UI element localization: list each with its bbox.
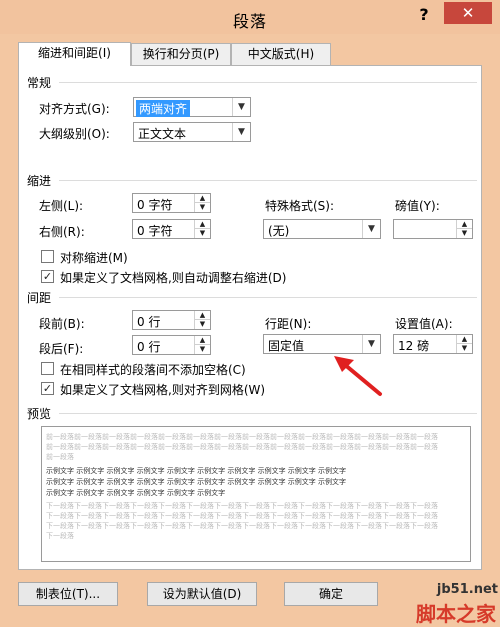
preview-previous-paragraph: 前一段落前一段落前一段落前一段落前一段落前一段落前一段落前一段落前一段落前一段落…	[46, 433, 438, 441]
preview-next-paragraph: 下一段落	[46, 532, 74, 540]
stepper-down-icon[interactable]: ▼	[195, 320, 210, 329]
outline-level-value: 正文文本	[138, 127, 187, 141]
indent-left-stepper[interactable]: 0 字符 ▲ ▼	[132, 193, 211, 213]
preview-next-paragraph: 下一段落下一段落下一段落下一段落下一段落下一段落下一段落下一段落下一段落下一段落…	[46, 522, 438, 530]
spacing-before-value: 0 行	[137, 315, 161, 329]
preview-previous-paragraph: 前一段落前一段落前一段落前一段落前一段落前一段落前一段落前一段落前一段落前一段落…	[46, 443, 438, 451]
stepper-down-icon[interactable]: ▼	[195, 203, 210, 212]
stepper-buttons: ▲ ▼	[194, 336, 210, 354]
stepper-up-icon[interactable]: ▲	[195, 311, 210, 320]
tab-panel: 常规 对齐方式(G): 两端对齐 ▼ 大纲级别(O): 正文文本 ▼ 缩进 左侧…	[18, 65, 482, 570]
tab-asian-typography[interactable]: 中文版式(H)	[231, 43, 331, 65]
preview-sample-text: 示例文字 示例文字 示例文字 示例文字 示例文字 示例文字	[46, 489, 226, 497]
alignment-value: 两端对齐	[136, 100, 191, 117]
mirror-indents-label: 对称缩进(M)	[60, 251, 128, 265]
alignment-label: 对齐方式(G):	[39, 102, 110, 116]
indent-right-stepper[interactable]: 0 字符 ▲ ▼	[132, 219, 211, 239]
watermark-name: 脚本之家	[416, 602, 496, 626]
line-spacing-value: 固定值	[268, 339, 305, 353]
stepper-up-icon[interactable]: ▲	[457, 220, 472, 229]
chevron-down-icon[interactable]: ▼	[362, 220, 380, 238]
snap-to-grid-label: 如果定义了文档网格,则对齐到网格(W)	[60, 383, 266, 397]
chevron-down-icon[interactable]: ▼	[232, 98, 250, 116]
divider	[59, 413, 477, 414]
spacing-before-stepper[interactable]: 0 行 ▲ ▼	[132, 310, 211, 330]
stepper-up-icon[interactable]: ▲	[457, 335, 472, 344]
special-indent-value: (无)	[268, 224, 290, 238]
preview-next-paragraph: 下一段落下一段落下一段落下一段落下一段落下一段落下一段落下一段落下一段落下一段落…	[46, 512, 438, 520]
ok-button[interactable]: 确定	[284, 582, 378, 606]
spacing-after-stepper[interactable]: 0 行 ▲ ▼	[132, 335, 211, 355]
stepper-down-icon[interactable]: ▼	[195, 345, 210, 354]
indent-by-label: 磅值(Y):	[395, 199, 440, 213]
spacing-after-label: 段后(F):	[39, 342, 84, 356]
annotation-arrow-icon	[334, 356, 382, 396]
spacing-at-stepper[interactable]: 12 磅 ▲ ▼	[393, 334, 473, 354]
special-indent-label: 特殊格式(S):	[265, 199, 335, 213]
indent-left-label: 左侧(L):	[39, 199, 84, 213]
stepper-up-icon[interactable]: ▲	[195, 336, 210, 345]
tab-indents-spacing[interactable]: 缩进和间距(I)	[18, 42, 131, 66]
tab-line-page-breaks[interactable]: 换行和分页(P)	[131, 43, 231, 65]
snap-to-grid-checkbox[interactable]: ✓	[41, 382, 54, 395]
help-button[interactable]: ?	[412, 4, 436, 26]
set-default-button[interactable]: 设为默认值(D)	[147, 582, 257, 606]
stepper-down-icon[interactable]: ▼	[457, 344, 472, 353]
indent-right-label: 右侧(R):	[39, 225, 85, 239]
section-spacing: 间距	[27, 291, 52, 305]
preview-sample-text: 示例文字 示例文字 示例文字 示例文字 示例文字 示例文字 示例文字 示例文字 …	[46, 467, 347, 475]
divider	[59, 297, 477, 298]
stepper-down-icon[interactable]: ▼	[195, 229, 210, 238]
stepper-buttons: ▲ ▼	[456, 335, 472, 353]
stepper-up-icon[interactable]: ▲	[195, 220, 210, 229]
no-space-same-style-checkbox[interactable]	[41, 362, 54, 375]
section-general: 常规	[27, 76, 52, 90]
spacing-after-value: 0 行	[137, 340, 161, 354]
section-indentation: 缩进	[27, 174, 52, 188]
no-space-same-style-label: 在相同样式的段落间不添加空格(C)	[60, 363, 246, 377]
preview-sample-text: 示例文字 示例文字 示例文字 示例文字 示例文字 示例文字 示例文字 示例文字 …	[46, 478, 347, 486]
divider	[59, 82, 477, 83]
indent-right-value: 0 字符	[137, 224, 173, 238]
chevron-down-icon[interactable]: ▼	[232, 123, 250, 141]
auto-adjust-indent-label: 如果定义了文档网格,则自动调整右缩进(D)	[60, 271, 287, 285]
preview-previous-paragraph: 前一段落	[46, 453, 74, 461]
title-bar: 段落 ? ✕	[0, 0, 500, 34]
spacing-at-label: 设置值(A):	[395, 317, 453, 331]
stepper-down-icon[interactable]: ▼	[457, 229, 472, 238]
outline-level-select[interactable]: 正文文本 ▼	[133, 122, 251, 142]
line-spacing-select[interactable]: 固定值 ▼	[263, 334, 381, 354]
watermark-site: jb51.net	[436, 582, 498, 597]
special-indent-select[interactable]: (无) ▼	[263, 219, 381, 239]
preview-next-paragraph: 下一段落下一段落下一段落下一段落下一段落下一段落下一段落下一段落下一段落下一段落…	[46, 502, 438, 510]
stepper-up-icon[interactable]: ▲	[195, 194, 210, 203]
watermark: jb51.net 脚本之家	[415, 582, 500, 626]
paragraph-preview: 前一段落前一段落前一段落前一段落前一段落前一段落前一段落前一段落前一段落前一段落…	[41, 426, 471, 562]
stepper-buttons: ▲ ▼	[456, 220, 472, 238]
tabs-button[interactable]: 制表位(T)...	[18, 582, 118, 606]
auto-adjust-indent-checkbox[interactable]: ✓	[41, 270, 54, 283]
spacing-before-label: 段前(B):	[39, 317, 85, 331]
indent-left-value: 0 字符	[137, 198, 173, 212]
alignment-select[interactable]: 两端对齐 ▼	[133, 97, 251, 117]
stepper-buttons: ▲ ▼	[194, 311, 210, 329]
indent-by-stepper[interactable]: ▲ ▼	[393, 219, 473, 239]
divider	[59, 180, 477, 181]
chevron-down-icon[interactable]: ▼	[362, 335, 380, 353]
outline-level-label: 大纲级别(O):	[39, 127, 110, 141]
mirror-indents-checkbox[interactable]	[41, 250, 54, 263]
stepper-buttons: ▲ ▼	[194, 194, 210, 212]
line-spacing-label: 行距(N):	[265, 317, 312, 331]
close-button[interactable]: ✕	[444, 2, 492, 24]
section-preview: 预览	[27, 407, 52, 421]
stepper-buttons: ▲ ▼	[194, 220, 210, 238]
spacing-at-value: 12 磅	[398, 339, 430, 353]
